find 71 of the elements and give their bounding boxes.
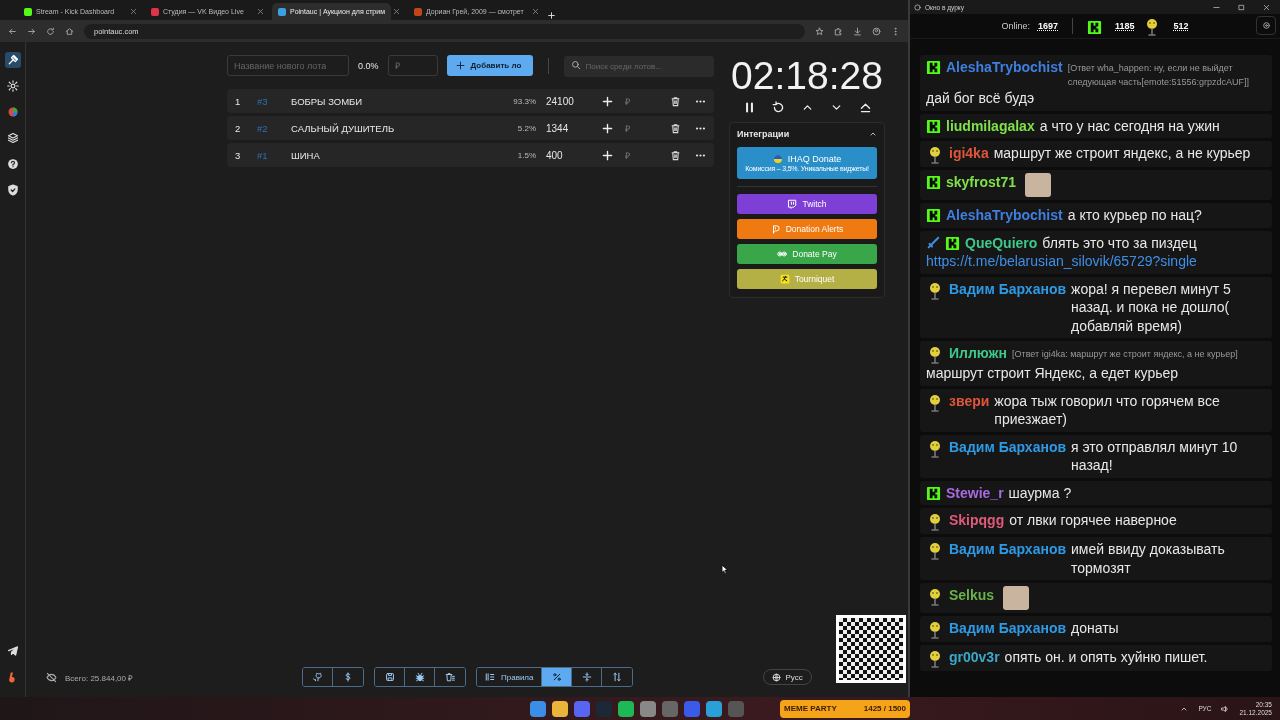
lot-id: #2	[257, 122, 269, 134]
lot-place: 3	[235, 149, 242, 161]
reply-quote: [Ответ wha_happen: ну, если не выйдет следующая часть[emote:51556:grpzdcAUF]]	[1067, 62, 1251, 89]
currency-button[interactable]: ₽	[625, 94, 630, 108]
timer-display: 02:18:28	[731, 55, 883, 97]
message-text: имей ввиду доказывать тормозят	[1071, 540, 1226, 577]
price-field[interactable]: ₽	[387, 55, 438, 76]
language-button[interactable]: Русс	[763, 669, 812, 685]
chat-username[interactable]: Вадим Барханов	[949, 619, 1067, 638]
message-text: а кто курьер по нац?	[1067, 206, 1203, 225]
currency-button[interactable]: ₽	[625, 121, 630, 135]
message-link[interactable]: https://t.me/belarusian_silovik/65729?single	[926, 252, 1197, 271]
chat-username[interactable]: AleshaTrybochist	[946, 58, 1063, 77]
message-text: я это отправлял минут 10 назад!	[1071, 437, 1239, 475]
chat-username[interactable]: Skipqgg	[949, 511, 1005, 530]
message-text: жора тыж говорил что горячем все приезжает)	[994, 391, 1221, 429]
total-text: Всего: 25.844,00 ₽	[65, 672, 134, 683]
viewer-count: 512	[1173, 21, 1189, 31]
lot-percent: 93.3%	[512, 96, 536, 106]
message-text: жора! я перевел минут 5 назад. и пока не дошло( добавляй время)	[1071, 279, 1232, 335]
message-text: опять он. и опять хуйню пишет.	[1004, 648, 1209, 667]
lot-name-field[interactable]: Название нового лота	[227, 55, 349, 76]
widget-count: 1425 / 1500	[863, 704, 906, 713]
message-text: блять это что за пиздец	[1042, 233, 1198, 252]
chat-username[interactable]: Selkus	[949, 586, 995, 605]
lot-row[interactable]: 2 #2 САЛЬНЫЙ ДУШИТЕЛЬ 5.2% 1344 ₽	[227, 116, 714, 140]
chat-username[interactable]: Stewie_r	[946, 483, 1004, 502]
lot-name: ШИНА	[291, 149, 321, 161]
lot-percent: 1.5%	[516, 150, 536, 160]
integration-button[interactable]: Donate Pay	[737, 244, 877, 264]
lot-id: #1	[257, 149, 269, 161]
chat-username[interactable]: Вадим Барханов	[949, 437, 1067, 456]
reply-quote: [Ответ igi4ka: маршрут же строит яндекс, а не курьер]	[1012, 348, 1239, 361]
chat-username[interactable]: Вадим Барханов	[949, 279, 1067, 298]
message-text: маршрут же строит яндекс, а не курьер	[993, 144, 1252, 163]
lot-name: САЛЬНЫЙ ДУШИТЕЛЬ	[291, 122, 396, 134]
chat-username[interactable]: звери	[949, 391, 990, 410]
lot-row[interactable]: 3 #1 ШИНА 1.5% 400 ₽	[227, 143, 714, 167]
lot-place: 2	[235, 122, 242, 134]
message-text: шаурма ?	[1008, 483, 1073, 502]
lot-amount: 1344	[546, 122, 570, 134]
kick-viewer-count: 1185	[1115, 21, 1135, 31]
message-text: от лвки горячее наверное	[1009, 511, 1178, 530]
rules-button[interactable]: Правила	[477, 668, 543, 686]
currency-button[interactable]: ₽	[625, 148, 630, 162]
online-count: 1697	[1037, 21, 1058, 31]
chat-username[interactable]: gr00v3r	[949, 648, 1000, 667]
message-text: маршрут строит Яндекс, а едет курьер	[926, 364, 1180, 383]
chat-username[interactable]: QueQuiero	[965, 233, 1038, 252]
online-label: Online:	[1001, 21, 1030, 31]
chat-username[interactable]: Иллюжн	[949, 344, 1007, 363]
lot-percent: 5.2%	[516, 123, 536, 133]
chat-username[interactable]: igi4ka	[949, 144, 989, 163]
add-lot-button[interactable]: Добавить ло	[446, 55, 533, 76]
message-text: дай бог всё будэ	[926, 89, 1036, 108]
chat-username[interactable]: liudmilagalax	[946, 116, 1035, 135]
lot-id: #3	[257, 95, 269, 107]
lot-amount: 400	[546, 149, 564, 161]
lot-row[interactable]: 1 #3 БОБРЫ ЗОМБИ 93.3% 24100 ₽	[227, 89, 714, 113]
widget-title: MEME PARTY	[784, 704, 837, 713]
lot-amount: 24100	[546, 95, 575, 107]
percent-text: 0.0%	[358, 60, 379, 71]
lot-name: БОБРЫ ЗОМБИ	[291, 95, 364, 107]
chat-username[interactable]: AleshaTrybochist	[946, 206, 1063, 225]
message-text: а что у нас сегодня на ужин	[1039, 116, 1221, 135]
chat-username[interactable]: Вадим Барханов	[949, 540, 1067, 559]
chat-username[interactable]: skyfrost71	[946, 173, 1017, 192]
message-text: донаты	[1071, 619, 1120, 638]
lot-place: 1	[235, 95, 242, 107]
panel-title: Интеграции	[737, 129, 790, 139]
integration-button[interactable]: Twitch	[737, 194, 877, 214]
